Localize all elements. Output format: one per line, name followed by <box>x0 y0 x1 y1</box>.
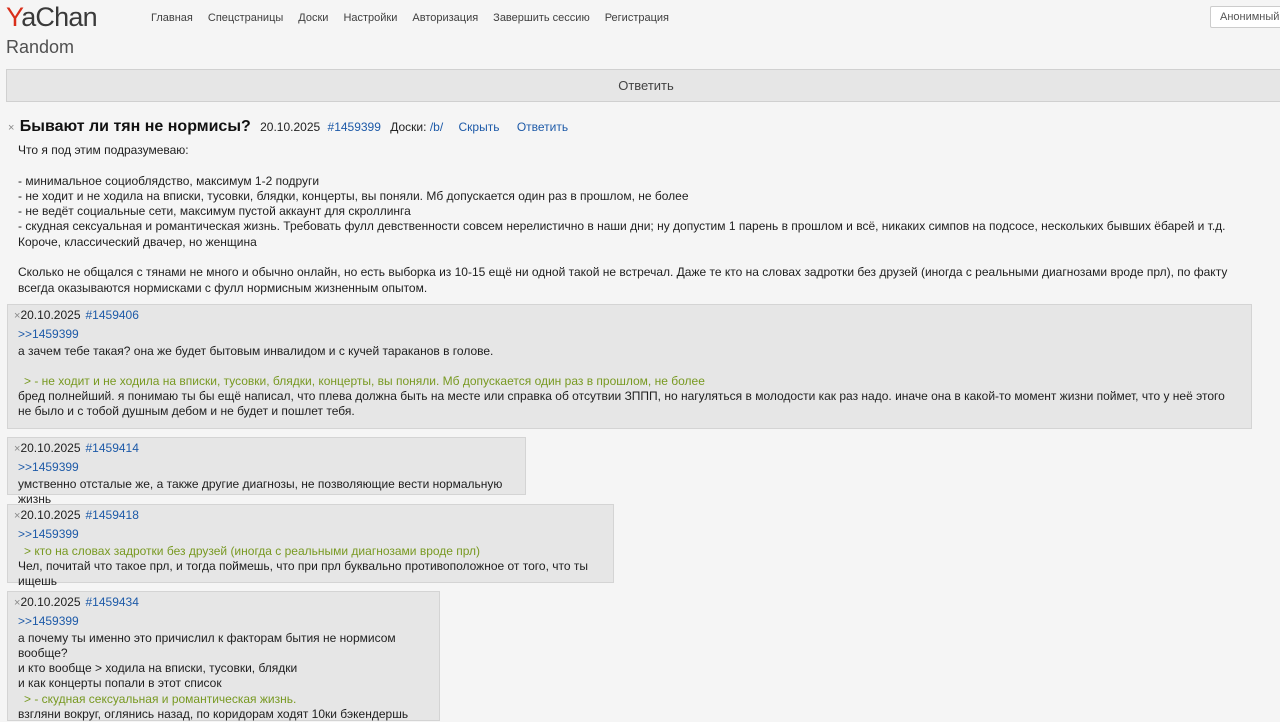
reply-header: ×20.10.2025 #1459406 <box>14 308 1241 324</box>
greentext-quote: > кто на словах задротки без друзей (ино… <box>24 543 481 558</box>
nav-link-login[interactable]: Авторизация <box>412 12 478 24</box>
reply-reference-link[interactable]: >>1459399 <box>18 527 603 542</box>
reply-thread-link[interactable]: Ответить <box>517 120 568 134</box>
greentext-quote: > - скудная сексуальная и романтическая … <box>24 691 297 706</box>
reply-number-link[interactable]: #1459414 <box>86 441 139 455</box>
reply-text-line: умственно отсталые же, а также другие ди… <box>18 476 506 506</box>
nav-link-boards[interactable]: Доски <box>298 12 328 24</box>
reply-text-line: Чел, почитай что такое прл, и тогда пойм… <box>18 558 592 589</box>
reply-reference-link[interactable]: >>1459399 <box>18 327 1241 342</box>
boards-label: Доски: /b/ <box>390 120 443 134</box>
reply-text-line: а почему ты именно это причислил к факто… <box>18 630 399 660</box>
op-body-line: Короче, классический двачер, но женщина <box>18 234 257 249</box>
nav-link-logout[interactable]: Завершить сессию <box>493 12 590 24</box>
reply-text-line: а зачем тебе такая? она же будет бытовым… <box>18 343 494 358</box>
reply-reference-link[interactable]: >>1459399 <box>18 460 515 475</box>
op-body-line: - минимальное социоблядство, максимум 1-… <box>18 173 320 188</box>
reply-header: ×20.10.2025 #1459414 <box>14 441 515 457</box>
site-logo[interactable]: YaChan <box>6 2 98 32</box>
op-post-header: × Бывают ли тян не нормисы? 20.10.2025 #… <box>8 118 582 138</box>
op-body-line: Сколько не общался с тянами не много и о… <box>18 265 1231 295</box>
reply-text-line: взгляни вокруг, оглянись назад, по корид… <box>18 707 409 722</box>
op-body-line: - скудная сексуальная и романтическая жи… <box>18 219 1226 234</box>
reply-date: 20.10.2025 <box>20 508 81 522</box>
reply-date: 20.10.2025 <box>20 441 81 455</box>
post-number-link[interactable]: #1459399 <box>328 120 381 134</box>
thread-title: Бывают ли тян не нормисы? <box>19 118 251 135</box>
reply-post: ×20.10.2025 #1459434 >>1459399 а почему ты … <box>7 591 440 721</box>
reply-number-link[interactable]: #1459418 <box>86 508 139 522</box>
hide-thread-link[interactable]: Скрыть <box>459 120 500 134</box>
close-icon[interactable]: × <box>8 122 14 134</box>
boards-label-text: Доски: <box>390 120 427 134</box>
reply-header: ×20.10.2025 #1459418 <box>14 508 603 524</box>
logo-text: aChan <box>21 2 97 32</box>
reply-post: ×20.10.2025 #1459418 >>1459399 > кто на сло… <box>7 504 614 588</box>
board-link[interactable]: /b/ <box>430 120 443 134</box>
reply-number-link[interactable]: #1459434 <box>86 595 139 609</box>
nav-link-special-pages[interactable]: Спецстраницы <box>208 12 283 24</box>
nav-link-settings[interactable]: Настройки <box>343 12 397 24</box>
reply-text-line: бред полнейший. я понимаю ты бы ещё напи… <box>18 389 1229 419</box>
reply-date: 20.10.2025 <box>20 308 81 322</box>
nav-link-register[interactable]: Регистрация <box>605 12 669 24</box>
reply-reference-link[interactable]: >>1459399 <box>18 614 429 629</box>
reply-text-line: и кто вообще > ходила на вписки, тусовки… <box>18 661 298 676</box>
reply-date: 20.10.2025 <box>20 595 81 609</box>
reply-post: ×20.10.2025 #1459414 >>1459399 умственно от… <box>7 437 526 506</box>
reply-post: ×20.10.2025 #1459406 >>1459399 а зачем тебе… <box>7 304 1252 429</box>
op-body-line: - не ходит и не ходила на вписки, тусовк… <box>18 188 689 203</box>
user-identity-box[interactable]: Анонимный <box>1210 6 1280 28</box>
top-navigation: Главная Спецстраницы Доски Настройки Авториз… <box>151 11 684 25</box>
board-title: Random <box>6 37 75 57</box>
logo-letter-y: Y <box>6 2 22 32</box>
op-post-body: Что я под этим подразумеваю: - минимальн… <box>18 143 1258 296</box>
op-body-line: Что я под этим подразумеваю: <box>18 143 189 157</box>
op-body-line: - не ведёт социальные сети, максимум пус… <box>18 204 411 219</box>
greentext-quote: > - не ходит и не ходила на вписки, тусо… <box>24 373 705 388</box>
reply-button[interactable]: Ответить <box>6 69 1280 102</box>
nav-link-home[interactable]: Главная <box>151 12 193 24</box>
reply-header: ×20.10.2025 #1459434 <box>14 595 429 611</box>
reply-text-line: и как концерты попали в этот список <box>18 676 222 691</box>
post-date: 20.10.2025 <box>260 120 321 134</box>
reply-number-link[interactable]: #1459406 <box>86 308 139 322</box>
